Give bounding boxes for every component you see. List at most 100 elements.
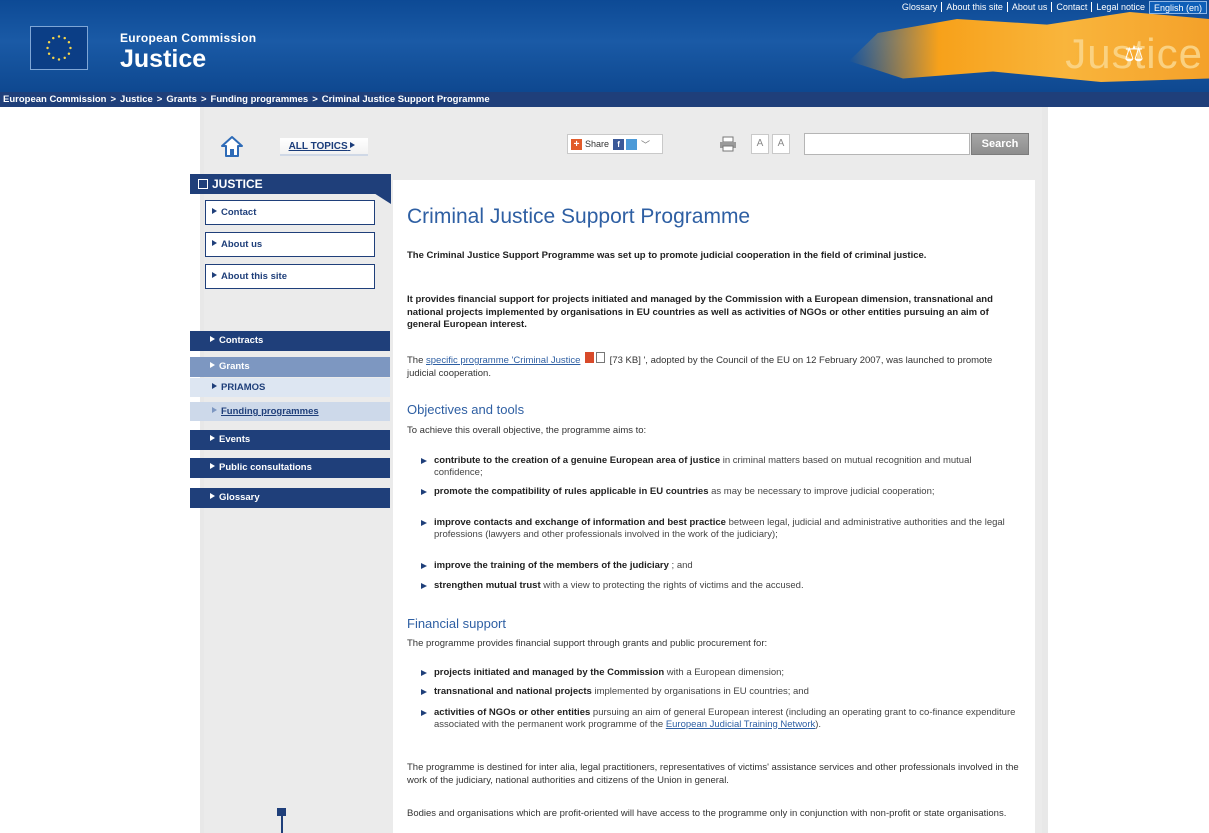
- top-link-legal-notice[interactable]: Legal notice: [1091, 2, 1149, 12]
- list-item-bold: strengthen mutual trust: [434, 580, 541, 591]
- eu-flag-logo[interactable]: [30, 26, 88, 70]
- nav-item-priamos[interactable]: PRIAMOS: [190, 378, 390, 397]
- language-select[interactable]: English (en): [1148, 0, 1207, 14]
- share-plus-icon: +: [571, 138, 582, 150]
- file-size: [73 KB]: [607, 355, 644, 366]
- intro-paragraph-2: It provides financial support for projec…: [407, 294, 993, 330]
- eu-star: [52, 36, 55, 40]
- nav-item-label: Events: [219, 434, 251, 445]
- all-topics-link[interactable]: ALL TOPICS: [280, 138, 368, 156]
- chevron-down-icon: ﹀: [641, 139, 651, 150]
- list-item: activities of NGOs or other entities pur…: [420, 707, 1020, 730]
- list-item-bold: transnational and national projects: [434, 686, 592, 697]
- arrow-right-icon: [212, 383, 217, 389]
- share-label: Share: [585, 139, 610, 149]
- nav-item-events[interactable]: Events: [190, 430, 390, 450]
- breadcrumb-current: Criminal Justice Support Programme: [321, 94, 490, 105]
- top-link-glossary[interactable]: Glossary: [898, 2, 942, 12]
- objectives-lead: To achieve this overall objective, the p…: [407, 425, 647, 436]
- eu-stars-icon: [46, 35, 72, 61]
- nav-item-contracts[interactable]: Contracts: [190, 331, 390, 351]
- list-item: transnational and national projects impl…: [420, 686, 1020, 698]
- financial-heading: Financial support: [407, 616, 506, 631]
- nav-item-public-consultations[interactable]: Public consultations: [190, 458, 390, 478]
- list-item-text: with a view to protecting the rights of …: [540, 580, 804, 591]
- list-item-text: with a European dimension;: [664, 667, 785, 678]
- arrow-right-icon: [210, 336, 215, 342]
- facebook-icon: f: [613, 138, 625, 150]
- nav-item-label: Glossary: [219, 492, 260, 503]
- nav-item-glossary[interactable]: Glossary: [190, 488, 390, 508]
- list-item-bold: improve contacts and exchange of informa…: [434, 517, 726, 528]
- pdf-icon[interactable]: [585, 352, 595, 363]
- arrow-right-icon: [210, 493, 215, 499]
- share-button[interactable]: + Share f ﹀: [567, 134, 663, 154]
- site-header: Justice ⚖ European Commission Justice Gl…: [0, 0, 1209, 92]
- nav-box-about-us[interactable]: About us: [205, 232, 375, 257]
- eu-star: [57, 58, 61, 61]
- arrow-right-icon: [210, 435, 215, 441]
- dg-name[interactable]: European Commission: [120, 31, 256, 45]
- list-item: projects initiated and managed by the Co…: [420, 667, 1020, 679]
- breadcrumb: European Commission > Justice > Grants > Fundi…: [0, 92, 1209, 107]
- list-item-text: ; and: [668, 560, 693, 571]
- breadcrumb-item[interactable]: Funding programmes: [211, 94, 309, 105]
- search-input[interactable]: [804, 133, 970, 155]
- page-title: Criminal Justice Support Programme: [407, 205, 751, 228]
- objectives-heading: Objectives and tools: [407, 402, 525, 417]
- font-smaller-button[interactable]: A: [772, 134, 790, 154]
- list-item: strengthen mutual trust with a view to p…: [420, 580, 1020, 592]
- arrow-right-icon: [212, 208, 217, 214]
- scroll-marker[interactable]: [277, 808, 286, 816]
- top-link-contact[interactable]: Contact: [1051, 2, 1091, 12]
- list-item-bold: contribute to the creation of a genuine …: [434, 455, 721, 466]
- twitter-icon: [626, 138, 638, 150]
- arrow-right-icon: [212, 272, 217, 278]
- nav-box-label: About this site: [221, 271, 287, 282]
- nav-heading[interactable]: JUSTICE: [190, 174, 391, 194]
- top-links: Glossary About this site About us Contac…: [898, 0, 1209, 14]
- breadcrumb-item[interactable]: Justice: [120, 94, 153, 105]
- nav-item-label: Public consultations: [219, 462, 312, 473]
- print-icon[interactable]: [719, 136, 737, 152]
- all-topics-label: ALL TOPICS: [288, 141, 348, 152]
- nav-item-label: Funding programmes: [221, 406, 319, 417]
- breadcrumb-item[interactable]: Grants: [166, 94, 197, 105]
- nav-heading-label: JUSTICE: [212, 177, 263, 191]
- eu-star: [47, 41, 51, 44]
- programme-paragraph: The specific programme 'Criminal Justice…: [407, 352, 1019, 380]
- font-larger-button[interactable]: A: [751, 134, 769, 154]
- list-item: improve contacts and exchange of informa…: [420, 517, 1020, 540]
- nav-box-about-site[interactable]: About this site: [205, 264, 375, 289]
- eu-star: [67, 52, 71, 55]
- ejtn-link[interactable]: European Judicial Training Network: [666, 719, 815, 730]
- arrow-right-icon: [212, 407, 217, 413]
- nav-item-label: Grants: [219, 361, 250, 372]
- document-icon[interactable]: [596, 352, 606, 363]
- top-link-about-site[interactable]: About this site: [941, 2, 1007, 12]
- list-item: promote the compatibility of rules appli…: [420, 486, 1020, 498]
- nav-box-contact[interactable]: Contact: [205, 200, 375, 225]
- arrow-right-icon: [210, 463, 215, 469]
- nav-box-label: About us: [221, 239, 263, 250]
- list-item-text: as may be necessary to improve judicial …: [708, 486, 935, 497]
- eu-star: [63, 36, 66, 40]
- nav-item-funding-programmes[interactable]: Funding programmes: [190, 402, 390, 421]
- eu-star: [69, 46, 72, 50]
- bodies-paragraph: Bodies and organisations which are profi…: [407, 808, 1007, 819]
- scroll-marker-line: [281, 816, 283, 833]
- site-name[interactable]: Justice: [120, 45, 206, 74]
- specific-programme-link[interactable]: specific programme 'Criminal Justice: [426, 355, 580, 366]
- para-text: The: [407, 355, 427, 366]
- search-button[interactable]: Search: [971, 133, 1029, 155]
- eu-star: [46, 46, 49, 50]
- list-item-bold: activities of NGOs or other entities: [434, 707, 591, 718]
- breadcrumb-item[interactable]: European Commission: [3, 94, 106, 105]
- list-item-text: implemented by organisations in EU count…: [591, 686, 809, 697]
- eu-star: [57, 35, 61, 38]
- top-link-about-us[interactable]: About us: [1006, 2, 1052, 12]
- nav-item-grants[interactable]: Grants: [190, 357, 390, 377]
- arrow-right-icon: [350, 142, 356, 148]
- home-icon[interactable]: [220, 135, 244, 159]
- nav-item-label: PRIAMOS: [221, 382, 266, 393]
